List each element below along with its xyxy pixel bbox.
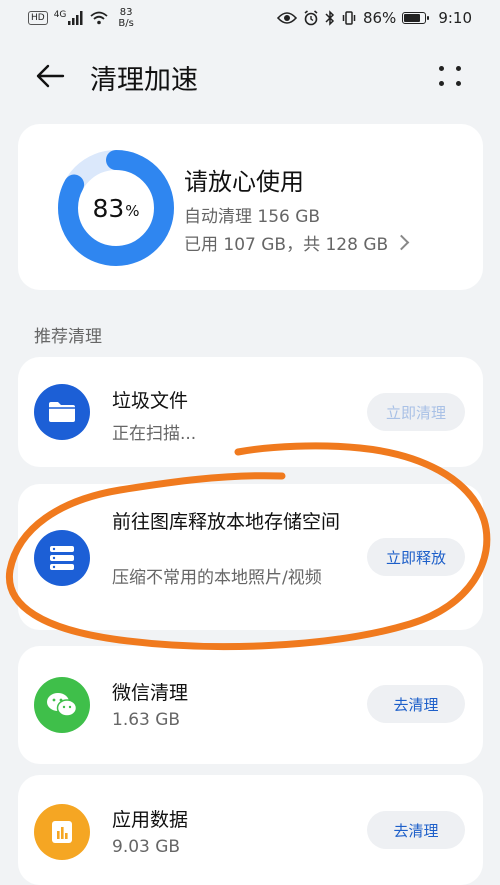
auto-clean-text: 自动清理 156 GB xyxy=(184,207,321,227)
more-dot-icon xyxy=(456,66,461,71)
battery-level-fill xyxy=(404,14,421,22)
go-clean-wechat-button[interactable]: 去清理 xyxy=(367,685,465,723)
app-data-title: 应用数据 xyxy=(112,809,189,831)
release-now-button[interactable]: 立即释放 xyxy=(367,538,465,576)
chevron-right-icon xyxy=(393,234,410,251)
wechat-clean-title: 微信清理 xyxy=(112,682,189,704)
junk-files-title: 垃圾文件 xyxy=(112,390,189,412)
status-bar: HD 4G 83 B/s 86% 9:10 xyxy=(0,0,500,36)
summary-title: 请放心使用 xyxy=(184,168,304,196)
network-generation: 4G xyxy=(53,10,67,20)
go-clean-app-data-button[interactable]: 去清理 xyxy=(367,811,465,849)
more-dot-icon xyxy=(439,66,444,71)
cellular-signal-icon xyxy=(68,11,83,25)
wechat-glyph xyxy=(47,693,78,717)
folder-icon xyxy=(34,384,90,440)
back-button[interactable] xyxy=(30,56,70,96)
more-dot-icon xyxy=(456,81,461,86)
gallery-subtitle: 压缩不常用的本地照片/视频 xyxy=(112,568,322,588)
storage-stack-icon xyxy=(34,530,90,586)
bluetooth-icon xyxy=(325,10,335,26)
vibrate-icon xyxy=(342,11,356,25)
storage-usage-link[interactable]: 已用 107 GB，共 128 GB xyxy=(184,230,410,255)
hd-badge: HD xyxy=(28,11,48,25)
app-data-size: 9.03 GB xyxy=(112,837,181,857)
network-speed-unit: B/s xyxy=(118,18,134,29)
clean-now-button[interactable]: 立即清理 xyxy=(367,393,465,431)
storage-summary-card[interactable]: 83% 请放心使用 自动清理 156 GB 已用 107 GB，共 128 GB xyxy=(18,124,483,290)
gallery-free-space-card[interactable]: 前往图库释放本地存储空间 压缩不常用的本地照片/视频 立即释放 xyxy=(18,484,483,630)
section-title-recommended: 推荐清理 xyxy=(34,327,102,347)
more-options-button[interactable] xyxy=(434,58,466,94)
usage-percent-unit: % xyxy=(125,202,140,220)
usage-percent: 83% xyxy=(56,148,176,268)
network-speed: 83 B/s xyxy=(118,7,133,29)
clock: 9:10 xyxy=(438,9,472,27)
more-dot-icon xyxy=(439,81,444,86)
storage-stack-glyph xyxy=(50,546,74,570)
app-bar: 清理加速 xyxy=(0,44,500,106)
wechat-clean-size: 1.63 GB xyxy=(112,710,181,730)
wechat-icon xyxy=(34,677,90,733)
battery-percent: 86% xyxy=(362,9,397,27)
status-left: HD 4G 83 B/s xyxy=(28,7,134,29)
page-title: 清理加速 xyxy=(90,65,198,96)
wifi-icon xyxy=(90,11,108,25)
usage-percent-value: 83 xyxy=(92,193,125,223)
battery-icon xyxy=(402,12,430,24)
wechat-clean-card[interactable]: 微信清理 1.63 GB 去清理 xyxy=(18,646,483,764)
alarm-icon xyxy=(304,10,318,26)
eye-icon xyxy=(276,12,297,24)
usage-ring: 83% xyxy=(56,148,176,268)
folder-glyph xyxy=(49,402,75,422)
bar-chart-glyph xyxy=(52,821,72,843)
storage-usage-text: 已用 107 GB，共 128 GB xyxy=(184,235,389,255)
junk-files-card[interactable]: 垃圾文件 正在扫描... 立即清理 xyxy=(18,357,483,467)
status-right: 86% 9:10 xyxy=(276,9,472,27)
bar-chart-icon xyxy=(34,804,90,860)
junk-files-status: 正在扫描... xyxy=(112,424,197,444)
app-data-card[interactable]: 应用数据 9.03 GB 去清理 xyxy=(18,775,483,885)
arrow-left-icon xyxy=(36,64,65,88)
gallery-title: 前往图库释放本地存储空间 xyxy=(112,511,341,533)
network-speed-value: 83 xyxy=(119,7,133,18)
